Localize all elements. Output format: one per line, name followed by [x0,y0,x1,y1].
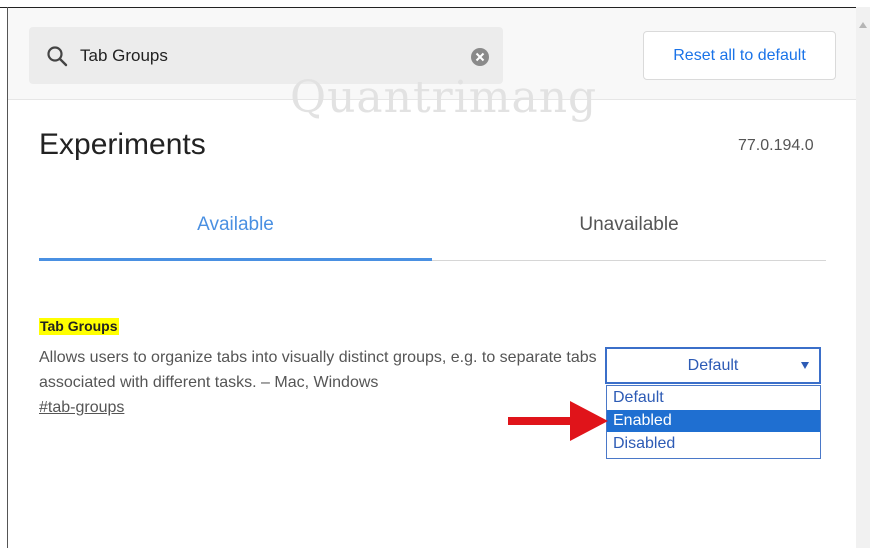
chevron-down-icon [801,362,809,369]
option-disabled[interactable]: Disabled [607,433,820,455]
experiment-name: Tab Groups [39,318,119,335]
frame-top [0,0,870,7]
option-default[interactable]: Default [607,387,820,409]
tab-available[interactable]: Available [39,214,432,236]
reset-all-button[interactable]: Reset all to default [643,31,836,80]
version-label: 77.0.194.0 [738,137,814,154]
watermark: Quantrimang [290,72,598,123]
experiment-description: Allows users to organize tabs into visua… [39,349,597,391]
search-input[interactable]: Tab Groups [80,45,168,67]
active-tab-indicator [39,258,432,261]
select-dropdown: Default Enabled Disabled [606,385,821,459]
clear-icon[interactable] [471,48,489,66]
scroll-up-icon[interactable] [859,22,867,28]
experiment-link[interactable]: #tab-groups [39,399,124,417]
option-enabled[interactable]: Enabled [607,410,820,432]
search-icon [47,46,68,67]
experiment-select[interactable]: Default [605,347,821,384]
select-value: Default [687,356,739,374]
red-arrow-icon [508,401,608,441]
page-title: Experiments [39,128,206,161]
tab-unavailable[interactable]: Unavailable [432,214,826,236]
scrollbar[interactable] [856,7,870,548]
